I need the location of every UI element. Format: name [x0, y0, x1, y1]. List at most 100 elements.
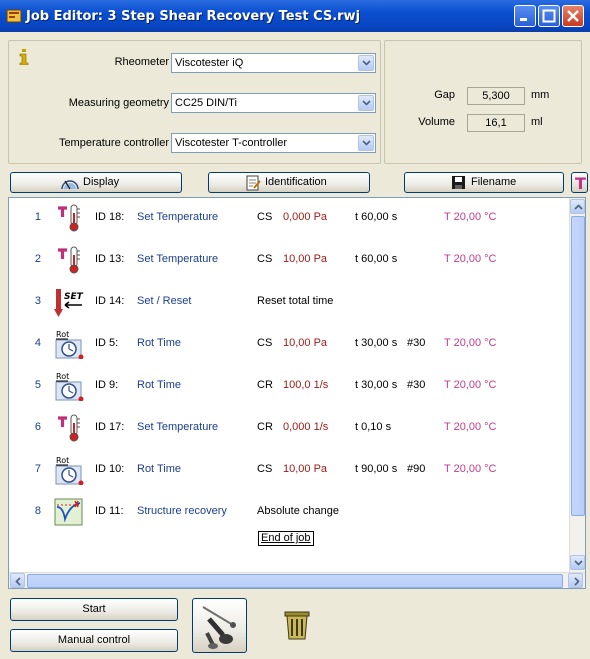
display-button[interactable]: Display [10, 172, 182, 193]
title-bar[interactable]: Job Editor: 3 Step Shear Recovery Test C… [0, 0, 590, 32]
save-disk-icon [452, 176, 465, 189]
geometry-value: CC25 DIN/Ti [175, 97, 237, 109]
step-name[interactable]: Set Temperature [137, 421, 218, 433]
measuring-tool-button[interactable] [192, 598, 247, 653]
dropdown-button[interactable] [358, 55, 374, 71]
job-step-row[interactable]: 4 Rot ID 5: Rot Time CS 10,00 Pa t 30,00… [9, 326, 574, 362]
step-name[interactable]: Set Temperature [137, 211, 218, 223]
minimize-icon [520, 18, 527, 21]
step-name[interactable]: Rot Time [137, 463, 181, 475]
scroll-right-button[interactable] [568, 573, 583, 588]
step-number: 6 [34, 421, 41, 433]
step-mode: CS [257, 337, 273, 349]
step-description: Absolute change [257, 505, 339, 517]
start-button[interactable]: Start [10, 598, 178, 621]
dropdown-button[interactable] [358, 135, 374, 151]
step-id: ID 14: [95, 295, 125, 307]
minimize-button[interactable] [514, 5, 536, 27]
step-value: 100,0 1/s [283, 379, 329, 391]
volume-unit: ml [531, 116, 543, 128]
step-temperature: T 20,00 °C [444, 379, 497, 391]
step-name[interactable]: Rot Time [137, 379, 181, 391]
geometry-select[interactable]: CC25 DIN/Ti [171, 93, 376, 113]
step-number: 1 [34, 211, 41, 223]
job-step-list[interactable]: 1 ID 18: Set Temperature CS 0,000 Pa t 6… [8, 197, 586, 589]
scroll-left-button[interactable] [10, 573, 25, 588]
step-mode: CS [257, 253, 273, 265]
rheometer-label: Rheometer [114, 56, 169, 68]
info-icon [19, 49, 29, 65]
job-step-row[interactable]: 2 ID 13: Set Temperature CS 10,00 Pa t 6… [9, 242, 574, 278]
temp-controller-value: Viscotester T-controller [175, 137, 288, 149]
scroll-up-button[interactable] [570, 199, 585, 214]
step-id: ID 17: [95, 421, 125, 433]
thermometer-icon[interactable] [54, 413, 84, 443]
rot-time-icon[interactable]: Rot [54, 329, 84, 360]
rot-time-icon[interactable]: Rot [54, 455, 84, 486]
job-step-row[interactable]: 5 Rot ID 9: Rot Time CR 100,0 1/s t 30,0… [9, 368, 574, 404]
step-points: #30 [407, 337, 426, 349]
svg-text:T: T [575, 174, 586, 192]
rheometer-select[interactable]: Viscotester iQ [171, 53, 376, 73]
measuring-system-icon [202, 606, 236, 649]
volume-value: 16,1 [467, 114, 525, 132]
structure-recovery-icon[interactable] [54, 497, 84, 527]
step-name[interactable]: Rot Time [137, 337, 181, 349]
thermometer-icon[interactable] [54, 245, 84, 275]
temp-controller-select[interactable]: Viscotester T-controller [171, 133, 376, 153]
device-settings-panel: Rheometer Viscotester iQ Measuring geome… [8, 40, 381, 164]
horizontal-scrollbar[interactable] [9, 572, 585, 588]
job-step-row[interactable]: 3 SET ID 14: Set / Reset Reset total time [9, 284, 574, 320]
job-step-row[interactable]: 7 Rot ID 10: Rot Time CS 10,00 Pa t 90,0… [9, 452, 574, 488]
vertical-scroll-thumb[interactable] [571, 216, 585, 516]
svg-text:Rot: Rot [56, 456, 69, 465]
step-number: 7 [34, 463, 41, 475]
step-time: t 60,00 s [355, 211, 398, 223]
volume-label: Volume [418, 116, 455, 128]
step-time: t 0,10 s [355, 421, 392, 433]
rot-time-icon[interactable]: Rot [54, 371, 84, 402]
step-id: ID 18: [95, 211, 125, 223]
trash-icon[interactable] [284, 610, 310, 640]
filename-button[interactable]: Filename [404, 172, 564, 193]
step-temperature: T 20,00 °C [444, 211, 497, 223]
set-reset-icon[interactable]: SET [54, 287, 84, 317]
maximize-button[interactable] [538, 5, 560, 27]
step-name[interactable]: Set Temperature [137, 253, 218, 265]
manual-control-button[interactable]: Manual control [10, 629, 178, 652]
vertical-scrollbar[interactable] [569, 198, 585, 573]
display-label: Display [83, 176, 120, 188]
step-time: t 90,00 s [355, 463, 398, 475]
svg-text:Rot: Rot [56, 330, 69, 339]
gap-value: 5,300 [467, 87, 525, 105]
job-editor-window: Job Editor: 3 Step Shear Recovery Test C… [0, 0, 590, 659]
step-mode: CR [257, 379, 273, 391]
scroll-down-button[interactable] [570, 555, 585, 570]
job-step-row[interactable]: 1 ID 18: Set Temperature CS 0,000 Pa t 6… [9, 200, 574, 236]
dropdown-button[interactable] [358, 95, 374, 111]
svg-text:Rot: Rot [56, 372, 69, 381]
step-number: 2 [34, 253, 41, 265]
window-title: Job Editor: 3 Step Shear Recovery Test C… [26, 9, 361, 24]
text-tool-button[interactable]: T [571, 172, 588, 193]
step-value: 0,000 1/s [283, 421, 329, 433]
step-name[interactable]: Set / Reset [137, 295, 191, 307]
chevron-right-icon [574, 577, 580, 586]
chevron-down-icon [362, 140, 371, 146]
horizontal-scroll-thumb[interactable] [27, 574, 563, 588]
step-name[interactable]: Structure recovery [137, 505, 227, 517]
step-number: 5 [34, 379, 41, 391]
step-time: t 30,00 s [355, 379, 398, 391]
job-step-row[interactable]: 6 ID 17: Set Temperature CR 0,000 1/s t … [9, 410, 574, 446]
end-of-job-marker[interactable]: End of job [258, 531, 314, 546]
rheometer-value: Viscotester iQ [175, 57, 244, 69]
identification-button[interactable]: Identification [208, 172, 370, 193]
filename-label: Filename [471, 176, 517, 188]
step-mode: CS [257, 463, 273, 475]
text-t-icon: T [575, 174, 586, 193]
job-step-row[interactable]: 8 ID 11: Structure recovery Absolute chan… [9, 494, 574, 530]
step-temperature: T 20,00 °C [444, 337, 497, 349]
close-button[interactable] [562, 5, 584, 27]
thermometer-icon[interactable] [54, 203, 84, 233]
step-value: 10,00 Pa [283, 463, 328, 475]
